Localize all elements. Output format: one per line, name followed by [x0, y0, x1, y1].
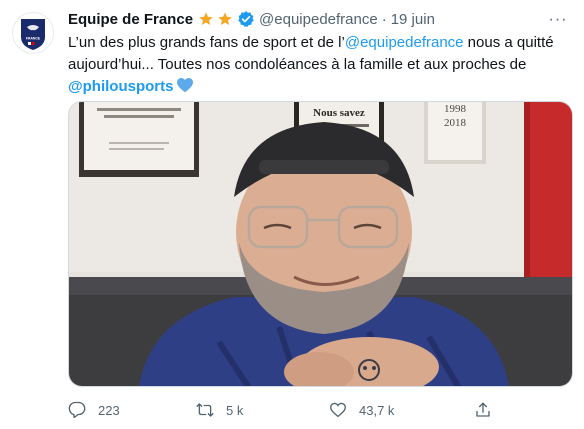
like-button[interactable]: 43,7 k	[329, 396, 394, 424]
frame-year-2018: 2018	[444, 117, 467, 129]
tweet-text: L’un des plus grands fans de sport et de…	[68, 32, 573, 98]
more-options-button[interactable]: ···	[544, 8, 572, 32]
heart-icon	[330, 402, 346, 418]
like-count: 43,7 k	[359, 402, 395, 418]
frame-year-1998: 1998	[444, 103, 467, 115]
share-button[interactable]	[474, 396, 492, 424]
verified-badge-icon	[238, 11, 254, 27]
reply-icon	[68, 401, 86, 419]
mention-link-philousports[interactable]: @philousports	[68, 78, 173, 95]
reply-button[interactable]: 223	[68, 396, 120, 424]
tweet-actions-bar: 223 5 k 43,7 k	[68, 396, 573, 424]
star-icon	[199, 12, 213, 25]
retweet-count: 5 k	[226, 402, 244, 418]
avatar-text: FRANCE	[26, 37, 41, 41]
author-display-name[interactable]: Equipe de France	[68, 11, 193, 28]
share-icon	[476, 402, 490, 417]
poster-text: Nous savez	[313, 107, 365, 119]
author-handle[interactable]: @equipedefrance	[259, 11, 378, 28]
tweet-timestamp[interactable]: 19 juin	[391, 11, 435, 28]
reply-count: 223	[98, 402, 120, 418]
photo: Nous savez 1998 2018	[69, 102, 572, 386]
tweet-header: Equipe de France @equipedefrance · 19 ju…	[68, 8, 435, 30]
tweet-text-part1: L’un des plus grands fans de sport et de…	[68, 34, 345, 51]
retweet-icon	[196, 403, 214, 417]
tweet[interactable]: FRANCE Equipe de France @equipedefrance …	[0, 0, 584, 429]
mention-link-equipedefrance[interactable]: @equipedefrance	[345, 34, 464, 51]
separator-dot: ·	[381, 10, 387, 28]
retweet-button[interactable]: 5 k	[196, 396, 243, 424]
blue-heart-emoji-icon	[177, 77, 194, 93]
avatar[interactable]: FRANCE	[12, 12, 54, 54]
fff-crest-icon: FRANCE	[21, 19, 45, 50]
tweet-media-photo[interactable]: Nous savez 1998 2018	[68, 101, 573, 387]
star-icon	[218, 12, 232, 25]
